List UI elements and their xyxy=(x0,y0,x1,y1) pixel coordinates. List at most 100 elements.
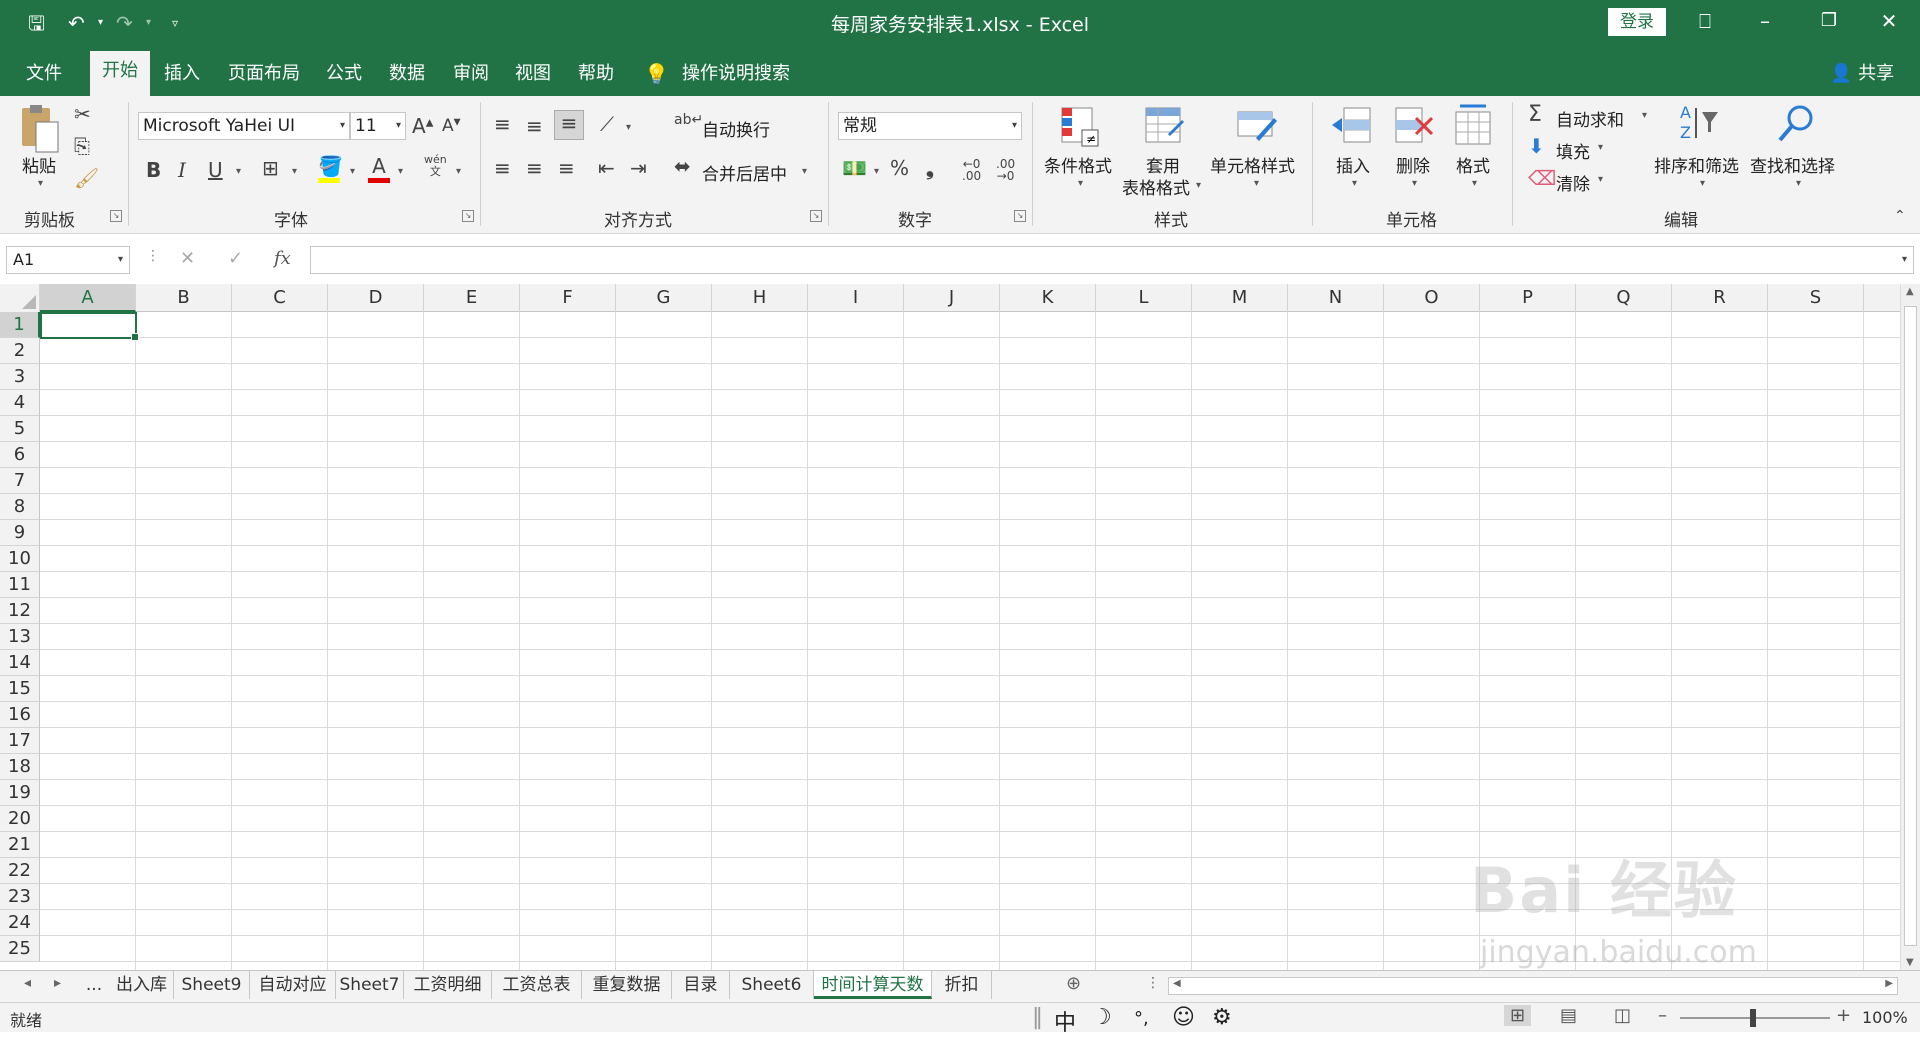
row-header-3[interactable]: 3 xyxy=(0,364,40,390)
autosum-icon[interactable]: Σ xyxy=(1528,102,1542,127)
row-header-1[interactable]: 1 xyxy=(0,312,40,338)
merge-center-icon[interactable]: ⬌ xyxy=(674,154,691,178)
row-header-9[interactable]: 9 xyxy=(0,520,40,546)
merge-center-button[interactable]: 合并后居中 xyxy=(702,160,787,185)
row-header-13[interactable]: 13 xyxy=(0,624,40,650)
formula-input[interactable]: ▾ xyxy=(310,246,1914,274)
row-header-23[interactable]: 23 xyxy=(0,884,40,910)
tab-data[interactable]: 数据 xyxy=(389,58,425,90)
italic-button[interactable]: I xyxy=(178,158,186,182)
find-dropdown-icon[interactable]: ▾ xyxy=(1796,178,1801,189)
name-box[interactable]: A1 ▾ xyxy=(6,246,130,274)
paste-label[interactable]: 粘贴 xyxy=(22,152,56,177)
align-middle-icon[interactable]: ≡ xyxy=(526,114,543,138)
phonetic-dropdown-icon[interactable]: ▾ xyxy=(456,166,461,177)
column-header-l[interactable]: L xyxy=(1096,284,1192,312)
column-header-b[interactable]: B xyxy=(136,284,232,312)
format-dropdown-icon[interactable]: ▾ xyxy=(1472,178,1477,189)
conditional-dropdown-icon[interactable]: ▾ xyxy=(1078,178,1083,189)
minimize-icon[interactable]: – xyxy=(1748,6,1782,36)
column-header-d[interactable]: D xyxy=(328,284,424,312)
moon-icon[interactable]: ☽ xyxy=(1092,1005,1112,1030)
page-break-preview-icon[interactable]: ◫ xyxy=(1614,1005,1631,1026)
cell-styles-button[interactable]: 单元格样式 xyxy=(1210,152,1295,177)
sheet-tab[interactable]: 出入库 xyxy=(110,971,174,999)
sheet-tab[interactable]: Sheet7 xyxy=(336,971,404,999)
row-header-18[interactable]: 18 xyxy=(0,754,40,780)
paste-dropdown-icon[interactable]: ▾ xyxy=(38,178,43,189)
delete-cells-button[interactable]: 删除 xyxy=(1396,152,1430,177)
align-top-icon[interactable]: ≡ xyxy=(494,112,511,136)
sheet-tab[interactable]: 自动对应 xyxy=(250,971,336,999)
bold-button[interactable]: B xyxy=(146,158,161,182)
ime-settings-gear-icon[interactable]: ⚙ xyxy=(1212,1005,1232,1030)
number-format-combo[interactable]: 常规 ▾ xyxy=(838,112,1022,140)
scroll-left-icon[interactable]: ◀ xyxy=(1173,978,1181,989)
comma-style-button[interactable]: ❟ xyxy=(926,156,934,180)
conditional-formatting-icon[interactable]: ≠ xyxy=(1058,104,1102,148)
sheet-tab[interactable]: 工资明细 xyxy=(404,971,492,999)
row-header-19[interactable]: 19 xyxy=(0,780,40,806)
horizontal-scrollbar[interactable]: ◀ ▶ xyxy=(1168,977,1898,995)
ime-handle-icon[interactable]: ‖ xyxy=(1032,1005,1043,1030)
close-icon[interactable]: ✕ xyxy=(1872,6,1906,36)
accounting-dropdown-icon[interactable]: ▾ xyxy=(874,166,879,177)
cut-icon[interactable]: ✂ xyxy=(74,102,91,126)
find-select-icon[interactable] xyxy=(1774,102,1818,146)
align-center-icon[interactable]: ≡ xyxy=(526,156,543,180)
tell-me-search[interactable]: 操作说明搜索 xyxy=(682,58,790,90)
font-color-dropdown-icon[interactable]: ▾ xyxy=(398,166,403,177)
format-table-dropdown-icon[interactable]: ▾ xyxy=(1196,180,1201,191)
zoom-slider[interactable] xyxy=(1680,1009,1830,1027)
zoom-level[interactable]: 100% xyxy=(1862,1008,1908,1027)
cell-styles-dropdown-icon[interactable]: ▾ xyxy=(1254,178,1259,189)
login-button[interactable]: 登录 xyxy=(1608,8,1666,36)
font-size-combo[interactable]: 11 ▾ xyxy=(350,112,406,140)
clear-dropdown-icon[interactable]: ▾ xyxy=(1598,174,1603,185)
orientation-dropdown-icon[interactable]: ▾ xyxy=(626,122,631,133)
fill-dropdown-icon[interactable]: ▾ xyxy=(1598,142,1603,153)
autosum-button[interactable]: 自动求和 xyxy=(1556,106,1624,131)
fill-color-dropdown-icon[interactable]: ▾ xyxy=(350,166,355,177)
copy-icon[interactable]: ⎘ xyxy=(74,134,90,158)
column-header-i[interactable]: I xyxy=(808,284,904,312)
decrease-indent-icon[interactable]: ⇤ xyxy=(598,156,615,180)
delete-dropdown-icon[interactable]: ▾ xyxy=(1412,178,1417,189)
font-name-combo[interactable]: Microsoft YaHei UI ▾ xyxy=(138,112,350,140)
row-header-4[interactable]: 4 xyxy=(0,390,40,416)
increase-decimal-icon[interactable]: ←0.00 xyxy=(962,158,981,182)
eraser-icon[interactable]: ⌫ xyxy=(1528,166,1556,190)
ribbon-display-options-icon[interactable]: ⎕ xyxy=(1688,6,1722,36)
row-header-21[interactable]: 21 xyxy=(0,832,40,858)
borders-dropdown-icon[interactable]: ▾ xyxy=(292,166,297,177)
format-as-table-line2[interactable]: 表格格式 xyxy=(1122,174,1190,199)
tab-file[interactable]: 文件 xyxy=(26,58,62,90)
fill-color-icon[interactable]: 🪣 xyxy=(318,154,343,183)
column-header-m[interactable]: M xyxy=(1192,284,1288,312)
zoom-in-icon[interactable]: + xyxy=(1836,1005,1851,1026)
column-header-p[interactable]: P xyxy=(1480,284,1576,312)
row-header-20[interactable]: 20 xyxy=(0,806,40,832)
row-header-6[interactable]: 6 xyxy=(0,442,40,468)
format-cells-icon[interactable] xyxy=(1452,104,1496,148)
font-color-icon[interactable]: A xyxy=(368,154,390,183)
tab-formulas[interactable]: 公式 xyxy=(326,58,362,90)
select-all-corner[interactable] xyxy=(0,284,40,312)
emoji-icon[interactable]: ☺ xyxy=(1172,1005,1195,1030)
share-button[interactable]: 👤 共享 xyxy=(1830,58,1894,90)
fill-down-icon[interactable]: ⬇ xyxy=(1528,134,1545,158)
row-header-11[interactable]: 11 xyxy=(0,572,40,598)
zoom-slider-handle[interactable] xyxy=(1750,1009,1756,1027)
format-painter-icon[interactable]: 🖌 xyxy=(74,166,99,190)
row-header-24[interactable]: 24 xyxy=(0,910,40,936)
font-launcher-icon[interactable]: ↘ xyxy=(462,210,474,222)
paste-icon[interactable] xyxy=(18,104,62,153)
vertical-scrollbar[interactable]: ▲ ▼ xyxy=(1900,284,1920,970)
percent-style-button[interactable]: % xyxy=(890,156,909,180)
sheet-tab[interactable]: Sheet9 xyxy=(174,971,250,999)
merge-dropdown-icon[interactable]: ▾ xyxy=(802,166,807,177)
orientation-icon[interactable]: ⟋ xyxy=(600,112,614,136)
row-header-17[interactable]: 17 xyxy=(0,728,40,754)
wrap-text-button[interactable]: 自动换行 xyxy=(702,116,770,141)
column-header-f[interactable]: F xyxy=(520,284,616,312)
